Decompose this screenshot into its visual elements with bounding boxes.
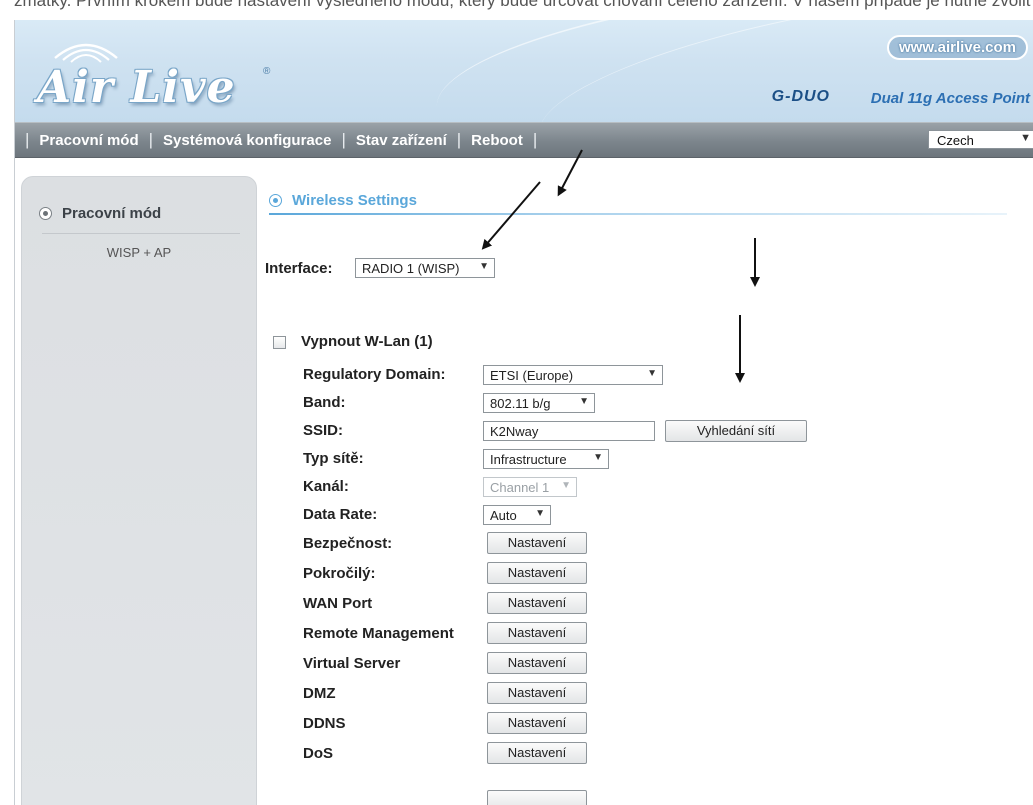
arrow-to-nav-reboot <box>557 149 583 197</box>
arrow-to-interface-select <box>481 181 541 250</box>
annotation-arrows <box>481 149 760 383</box>
